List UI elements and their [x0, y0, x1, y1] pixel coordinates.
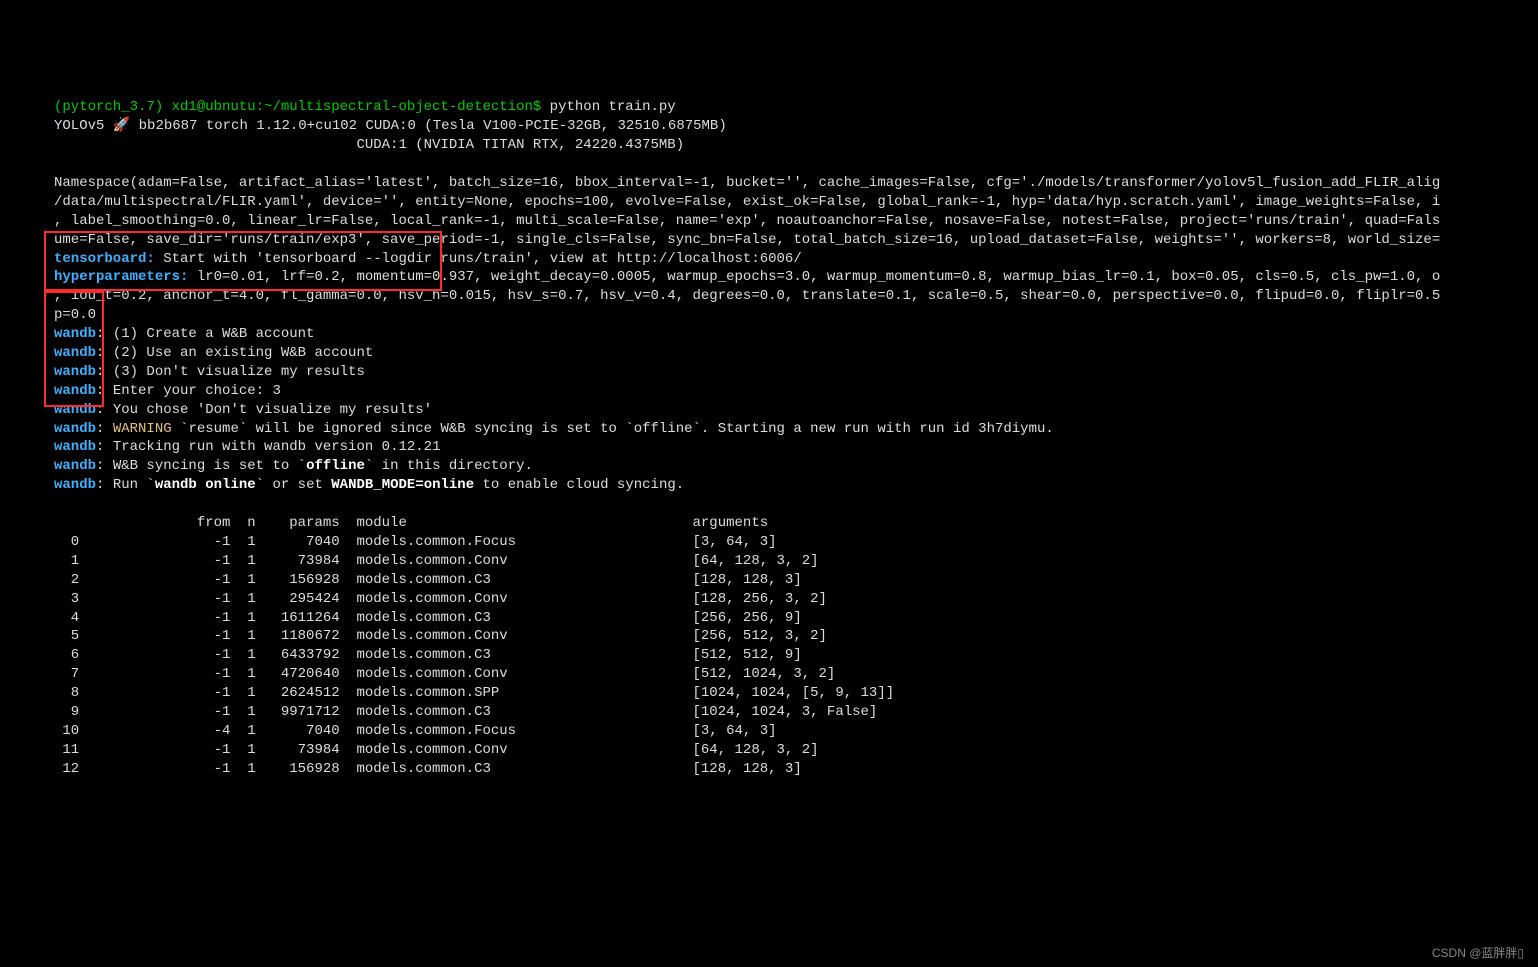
table-row: 3 -1 1 295424 models.common.Conv [128, 2… [54, 590, 1538, 609]
table-row: 8 -1 1 2624512 models.common.SPP [1024, … [54, 684, 1538, 703]
offline-text: offline [306, 458, 365, 474]
warning-label: WARNING [113, 421, 172, 437]
hyperparameters-text: lr0=0.01, lrf=0.2, momentum=0.937, weigh… [188, 269, 1440, 285]
table-row: 9 -1 1 9971712 models.common.C3 [1024, 1… [54, 703, 1538, 722]
wandb-text: : [96, 421, 113, 437]
shell-prompt: (pytorch_3.7) xd1@ubnutu:~/multispectral… [54, 99, 541, 115]
wandb-label: wandb [54, 421, 96, 437]
yolo-banner: YOLOv5 🚀 bb2b687 torch 1.12.0+cu102 CUDA… [54, 118, 727, 134]
wandb-text: : W&B syncing is set to ` [96, 458, 306, 474]
table-header: from n params module arguments [54, 515, 768, 531]
command-text: python train.py [541, 99, 675, 115]
wandb-text: : You chose 'Don't visualize my results' [96, 402, 432, 418]
table-row: 7 -1 1 4720640 models.common.Conv [512, … [54, 665, 1538, 684]
wandb-label: wandb [54, 383, 96, 399]
wandb-label: wandb [54, 439, 96, 455]
terminal-output: (pytorch_3.7) xd1@ubnutu:~/multispectral… [0, 80, 1538, 779]
table-row: 1 -1 1 73984 models.common.Conv [64, 128… [54, 552, 1538, 571]
wandb-text: : Run ` [96, 477, 155, 493]
namespace-line: ume=False, save_dir='runs/train/exp3', s… [54, 232, 1440, 248]
table-row: 4 -1 1 1611264 models.common.C3 [256, 25… [54, 609, 1538, 628]
wandb-text: : Tracking run with wandb version 0.12.2… [96, 439, 440, 455]
wandb-label: wandb [54, 364, 96, 380]
namespace-line: /data/multispectral/FLIR.yaml', device='… [54, 194, 1440, 210]
hyperparameters-text: p=0.0 [54, 307, 96, 323]
wandb-text: : Enter your choice: 3 [96, 383, 281, 399]
wandb-text: ` in this directory. [365, 458, 533, 474]
wandb-online-text: wandb online [155, 477, 256, 493]
wandb-label: wandb [54, 458, 96, 474]
tensorboard-text: Start with 'tensorboard --logdir runs/tr… [155, 251, 802, 267]
hyperparameters-text: , iou_t=0.2, anchor_t=4.0, fl_gamma=0.0,… [54, 288, 1440, 304]
table-row: 2 -1 1 156928 models.common.C3 [128, 128… [54, 571, 1538, 590]
table-row: 11 -1 1 73984 models.common.Conv [64, 12… [54, 741, 1538, 760]
table-row: 0 -1 1 7040 models.common.Focus [3, 64, … [54, 533, 1538, 552]
table-row: 10 -4 1 7040 models.common.Focus [3, 64,… [54, 722, 1538, 741]
wandb-text: : (1) Create a W&B account [96, 326, 314, 342]
wandb-text: : (2) Use an existing W&B account [96, 345, 373, 361]
wandb-mode-text: WANDB_MODE=online [331, 477, 474, 493]
wandb-text: : (3) Don't visualize my results [96, 364, 365, 380]
wandb-text: ` or set [256, 477, 332, 493]
hyperparameters-label: hyperparameters: [54, 269, 188, 285]
model-table: 0 -1 1 7040 models.common.Focus [3, 64, … [54, 533, 1538, 779]
cuda-line: CUDA:1 (NVIDIA TITAN RTX, 24220.4375MB) [54, 137, 684, 153]
wandb-label: wandb [54, 345, 96, 361]
table-row: 12 -1 1 156928 models.common.C3 [128, 12… [54, 760, 1538, 779]
wandb-label: wandb [54, 477, 96, 493]
namespace-line: , label_smoothing=0.0, linear_lr=False, … [54, 213, 1440, 229]
watermark: CSDN @蓝胖胖▯ [1432, 945, 1524, 961]
namespace-line: Namespace(adam=False, artifact_alias='la… [54, 175, 1440, 191]
wandb-text: `resume` will be ignored since W&B synci… [172, 421, 1054, 437]
wandb-text: to enable cloud syncing. [474, 477, 684, 493]
wandb-label: wandb [54, 326, 96, 342]
table-row: 6 -1 1 6433792 models.common.C3 [512, 51… [54, 646, 1538, 665]
table-row: 5 -1 1 1180672 models.common.Conv [256, … [54, 627, 1538, 646]
tensorboard-label: tensorboard: [54, 251, 155, 267]
wandb-label: wandb [54, 402, 96, 418]
